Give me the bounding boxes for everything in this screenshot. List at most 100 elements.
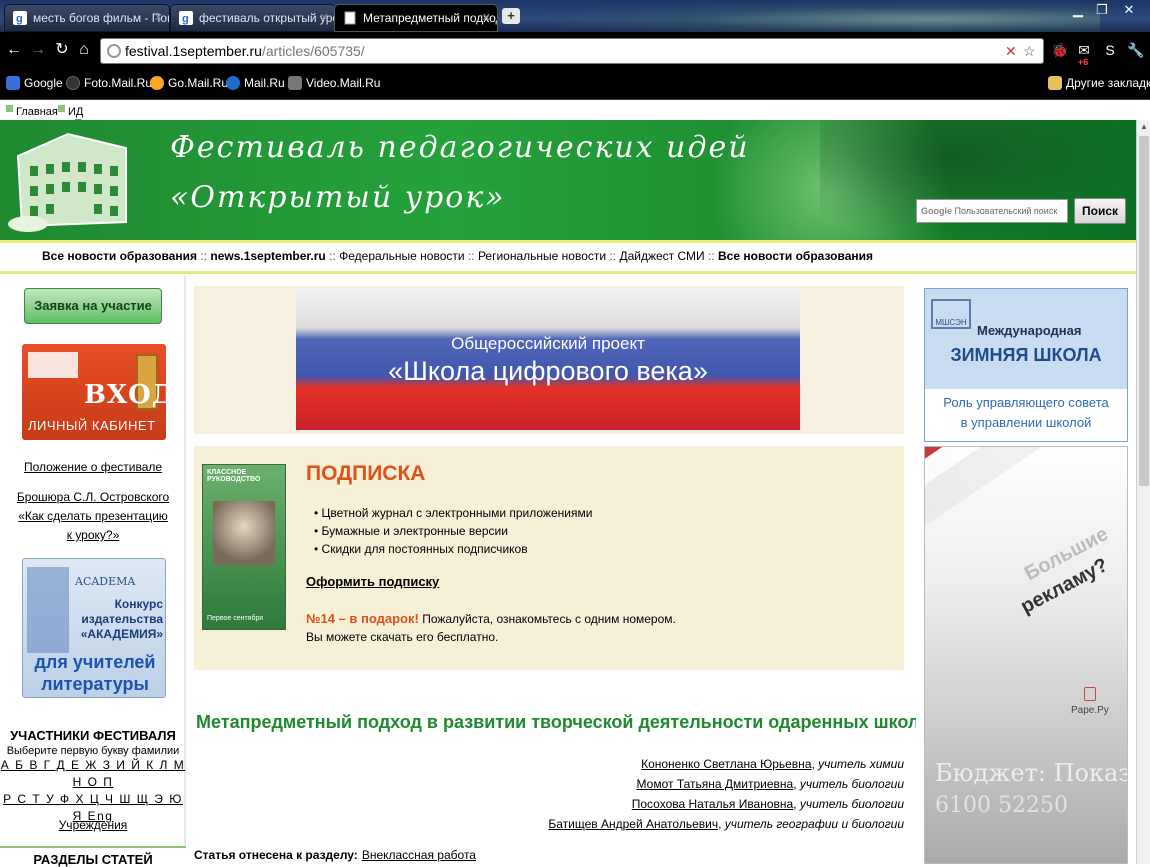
institutions-link[interactable]: Учреждения bbox=[0, 816, 186, 835]
bookmark-go-mail[interactable]: Go.Mail.Ru bbox=[150, 76, 228, 90]
author-role: учитель биологии bbox=[799, 777, 904, 791]
mail-extension-icon[interactable]: ✉ +6 bbox=[1074, 40, 1094, 67]
subscribe-link[interactable]: Оформить подписку bbox=[306, 574, 439, 589]
advertising-banner[interactable]: Большие рекламу? Pape.Ру Бюджет: Показы:… bbox=[924, 446, 1128, 864]
author-name-link[interactable]: Батищев Андрей Анатольевич bbox=[548, 817, 718, 831]
forward-icon[interactable]: → bbox=[28, 40, 48, 60]
home-link[interactable]: Главная bbox=[6, 103, 58, 118]
bookmark-label: Video.Mail.Ru bbox=[306, 76, 381, 90]
wrench-menu-icon[interactable]: 🔧 bbox=[1126, 40, 1146, 60]
author-name-link[interactable]: Посохова Наталья Ивановна bbox=[632, 797, 793, 811]
close-tab-icon[interactable]: ✕ bbox=[482, 11, 491, 24]
tab-3-active[interactable]: Метапредметный подход в ✕ bbox=[334, 4, 498, 32]
other-bookmarks[interactable]: Другие закладки bbox=[1048, 76, 1150, 90]
page-scrollbar[interactable]: ▲ bbox=[1136, 120, 1150, 864]
bookmarks-bar: Google Foto.Mail.Ru Go.Mail.Ru Mail.Ru V… bbox=[0, 68, 1150, 100]
close-tab-icon[interactable]: ✕ bbox=[154, 11, 163, 24]
author-row: Кононенко Светлана Юрьевна, учитель хими… bbox=[641, 757, 904, 771]
news-link-digest[interactable]: Дайджест СМИ bbox=[619, 249, 704, 263]
google-favicon-icon: g bbox=[13, 11, 27, 25]
restore-icon[interactable]: ❐ bbox=[1088, 0, 1116, 20]
gift-highlight-link[interactable]: №14 – в подарок! bbox=[306, 611, 419, 626]
main-content: Общероссийский проект «Школа цифрового в… bbox=[186, 276, 984, 864]
personal-cabinet-button[interactable]: ВХОД ЛИЧНЫЙ КАБИНЕТ bbox=[22, 344, 175, 440]
building-logo-icon[interactable] bbox=[8, 126, 132, 234]
article-authors: Кононенко Светлана Юрьевна, учитель хими… bbox=[196, 754, 904, 834]
other-bookmarks-label: Другие закладки bbox=[1066, 76, 1150, 90]
svg-text:g: g bbox=[16, 13, 23, 25]
scrollbar-thumb[interactable] bbox=[1139, 136, 1149, 486]
cabinet-label: ЛИЧНЫЙ КАБИНЕТ bbox=[28, 418, 156, 433]
author-row: Момот Татьяна Дмитриевна, учитель биолог… bbox=[636, 777, 904, 791]
section-label: Статья отнесена к разделу: bbox=[194, 848, 358, 862]
close-window-icon[interactable]: ✕ bbox=[1114, 0, 1144, 20]
tab-1[interactable]: g месть богов фильм - Пои ✕ bbox=[4, 4, 170, 32]
news-link-federal[interactable]: Федеральные новости bbox=[339, 249, 464, 263]
author-role: учитель биологии bbox=[799, 797, 904, 811]
page-favicon-icon bbox=[344, 11, 356, 25]
reload-icon[interactable]: ↻ bbox=[52, 40, 72, 60]
bookmark-foto-mail[interactable]: Foto.Mail.Ru bbox=[66, 76, 152, 90]
search-button[interactable]: Поиск bbox=[1074, 198, 1126, 224]
news-link-regional[interactable]: Региональные новости bbox=[478, 249, 606, 263]
google-favicon-icon: g bbox=[179, 11, 193, 25]
gift-description: Пожалуйста, ознакомьтесь с одним номером… bbox=[422, 612, 676, 626]
scroll-up-icon[interactable]: ▲ bbox=[1137, 120, 1150, 134]
subscription-block: КЛАССНОЕ РУКОВОДСТВО Первое сентября ПОД… bbox=[194, 446, 904, 670]
author-name-link[interactable]: Кононенко Светлана Юрьевна bbox=[641, 757, 811, 771]
brochure-link-line1[interactable]: Брошюра С.Л. Островского bbox=[0, 488, 186, 507]
skype-icon[interactable]: S bbox=[1100, 40, 1120, 60]
bookmark-label: Google bbox=[24, 76, 63, 90]
search-input[interactable]: Google Пользовательский поиск bbox=[916, 199, 1068, 223]
news-link-all[interactable]: Все новости образования bbox=[42, 249, 197, 263]
tab-bar-background bbox=[540, 0, 1100, 32]
ad-brand: Pape.Ру bbox=[1071, 687, 1109, 716]
festival-rules-link[interactable]: Положение о фестивале bbox=[0, 458, 186, 477]
search-placeholder: Пользовательский поиск bbox=[954, 206, 1058, 216]
publisher-link[interactable]: ИД «Первое сентября» bbox=[58, 103, 121, 142]
home-icon[interactable]: ⌂ bbox=[74, 40, 94, 60]
winter-school-banner[interactable]: МШСЭН Международная ЗИМНЯЯ ШКОЛА Роль уп… bbox=[924, 288, 1128, 442]
news-link-site[interactable]: news.1september.ru bbox=[210, 249, 325, 263]
bookmark-mail[interactable]: Mail.Ru bbox=[226, 76, 285, 90]
brochure-link-line3[interactable]: к уроку?» bbox=[0, 526, 186, 545]
page-info-icon[interactable] bbox=[107, 44, 121, 58]
first-september-logo bbox=[28, 352, 78, 378]
article-title: Метапредметный подход в развитии творчес… bbox=[196, 712, 984, 732]
apply-button[interactable]: Заявка на участие bbox=[24, 288, 162, 324]
academia-logo: ACADEMA bbox=[75, 575, 136, 588]
digital-school-banner[interactable]: Общероссийский проект «Школа цифрового в… bbox=[194, 286, 904, 434]
right-sidebar: МШСЭН Международная ЗИМНЯЯ ШКОЛА Роль уп… bbox=[916, 276, 1136, 864]
author-role: учитель химии bbox=[818, 757, 904, 771]
extension-bug-icon[interactable]: 🐞 bbox=[1050, 40, 1070, 60]
tab-2[interactable]: g фестиваль открытый урок ✕ bbox=[170, 4, 336, 32]
bookmark-label: Foto.Mail.Ru bbox=[84, 76, 153, 90]
blocked-content-icon[interactable]: ✕ bbox=[1005, 43, 1017, 60]
feature-item: Бумажные и электронные версии bbox=[314, 522, 592, 540]
news-link-all-2[interactable]: Все новости образования bbox=[718, 249, 873, 263]
address-bar[interactable]: festival.1september.ru/articles/605735/ … bbox=[100, 38, 1044, 64]
magazine-cover-image[interactable]: КЛАССНОЕ РУКОВОДСТВО Первое сентября bbox=[202, 464, 286, 630]
video-icon bbox=[288, 76, 302, 90]
feature-item: Скидки для постоянных подписчиков bbox=[314, 540, 592, 558]
back-icon[interactable]: ← bbox=[4, 40, 24, 60]
new-tab-button[interactable]: + bbox=[502, 8, 520, 24]
author-name-link[interactable]: Момот Татьяна Дмитриевна bbox=[637, 777, 794, 791]
folder-icon bbox=[1048, 76, 1062, 90]
bookmark-video-mail[interactable]: Video.Mail.Ru bbox=[288, 76, 380, 90]
close-tab-icon[interactable]: ✕ bbox=[320, 11, 329, 24]
winter-school-topic: Роль управляющего совета в управлении шк… bbox=[925, 393, 1127, 433]
alphabet-row-1[interactable]: А Б В Г Д Е Ж З И Й К Л М Н О П bbox=[0, 757, 186, 791]
separator: :: bbox=[329, 249, 336, 263]
separator: :: bbox=[200, 249, 208, 263]
search-icon bbox=[150, 76, 164, 90]
section-link[interactable]: Внеклассная работа bbox=[362, 848, 476, 862]
winter-school-top: МШСЭН Международная ЗИМНЯЯ ШКОЛА bbox=[925, 289, 1127, 389]
feature-item: Цветной журнал с электронными приложения… bbox=[314, 504, 593, 522]
bookmark-google[interactable]: Google bbox=[6, 76, 63, 90]
brochure-link-line2[interactable]: «Как сделать презентацию bbox=[0, 507, 186, 526]
home-link-label: Главная bbox=[16, 106, 58, 118]
bookmark-star-icon[interactable]: ☆ bbox=[1023, 43, 1036, 60]
academia-contest-banner[interactable]: ACADEMA Конкурс издательства «АКАДЕМИЯ» … bbox=[22, 558, 166, 698]
academia-contest-text: Конкурс издательства «АКАДЕМИЯ» bbox=[80, 597, 163, 641]
